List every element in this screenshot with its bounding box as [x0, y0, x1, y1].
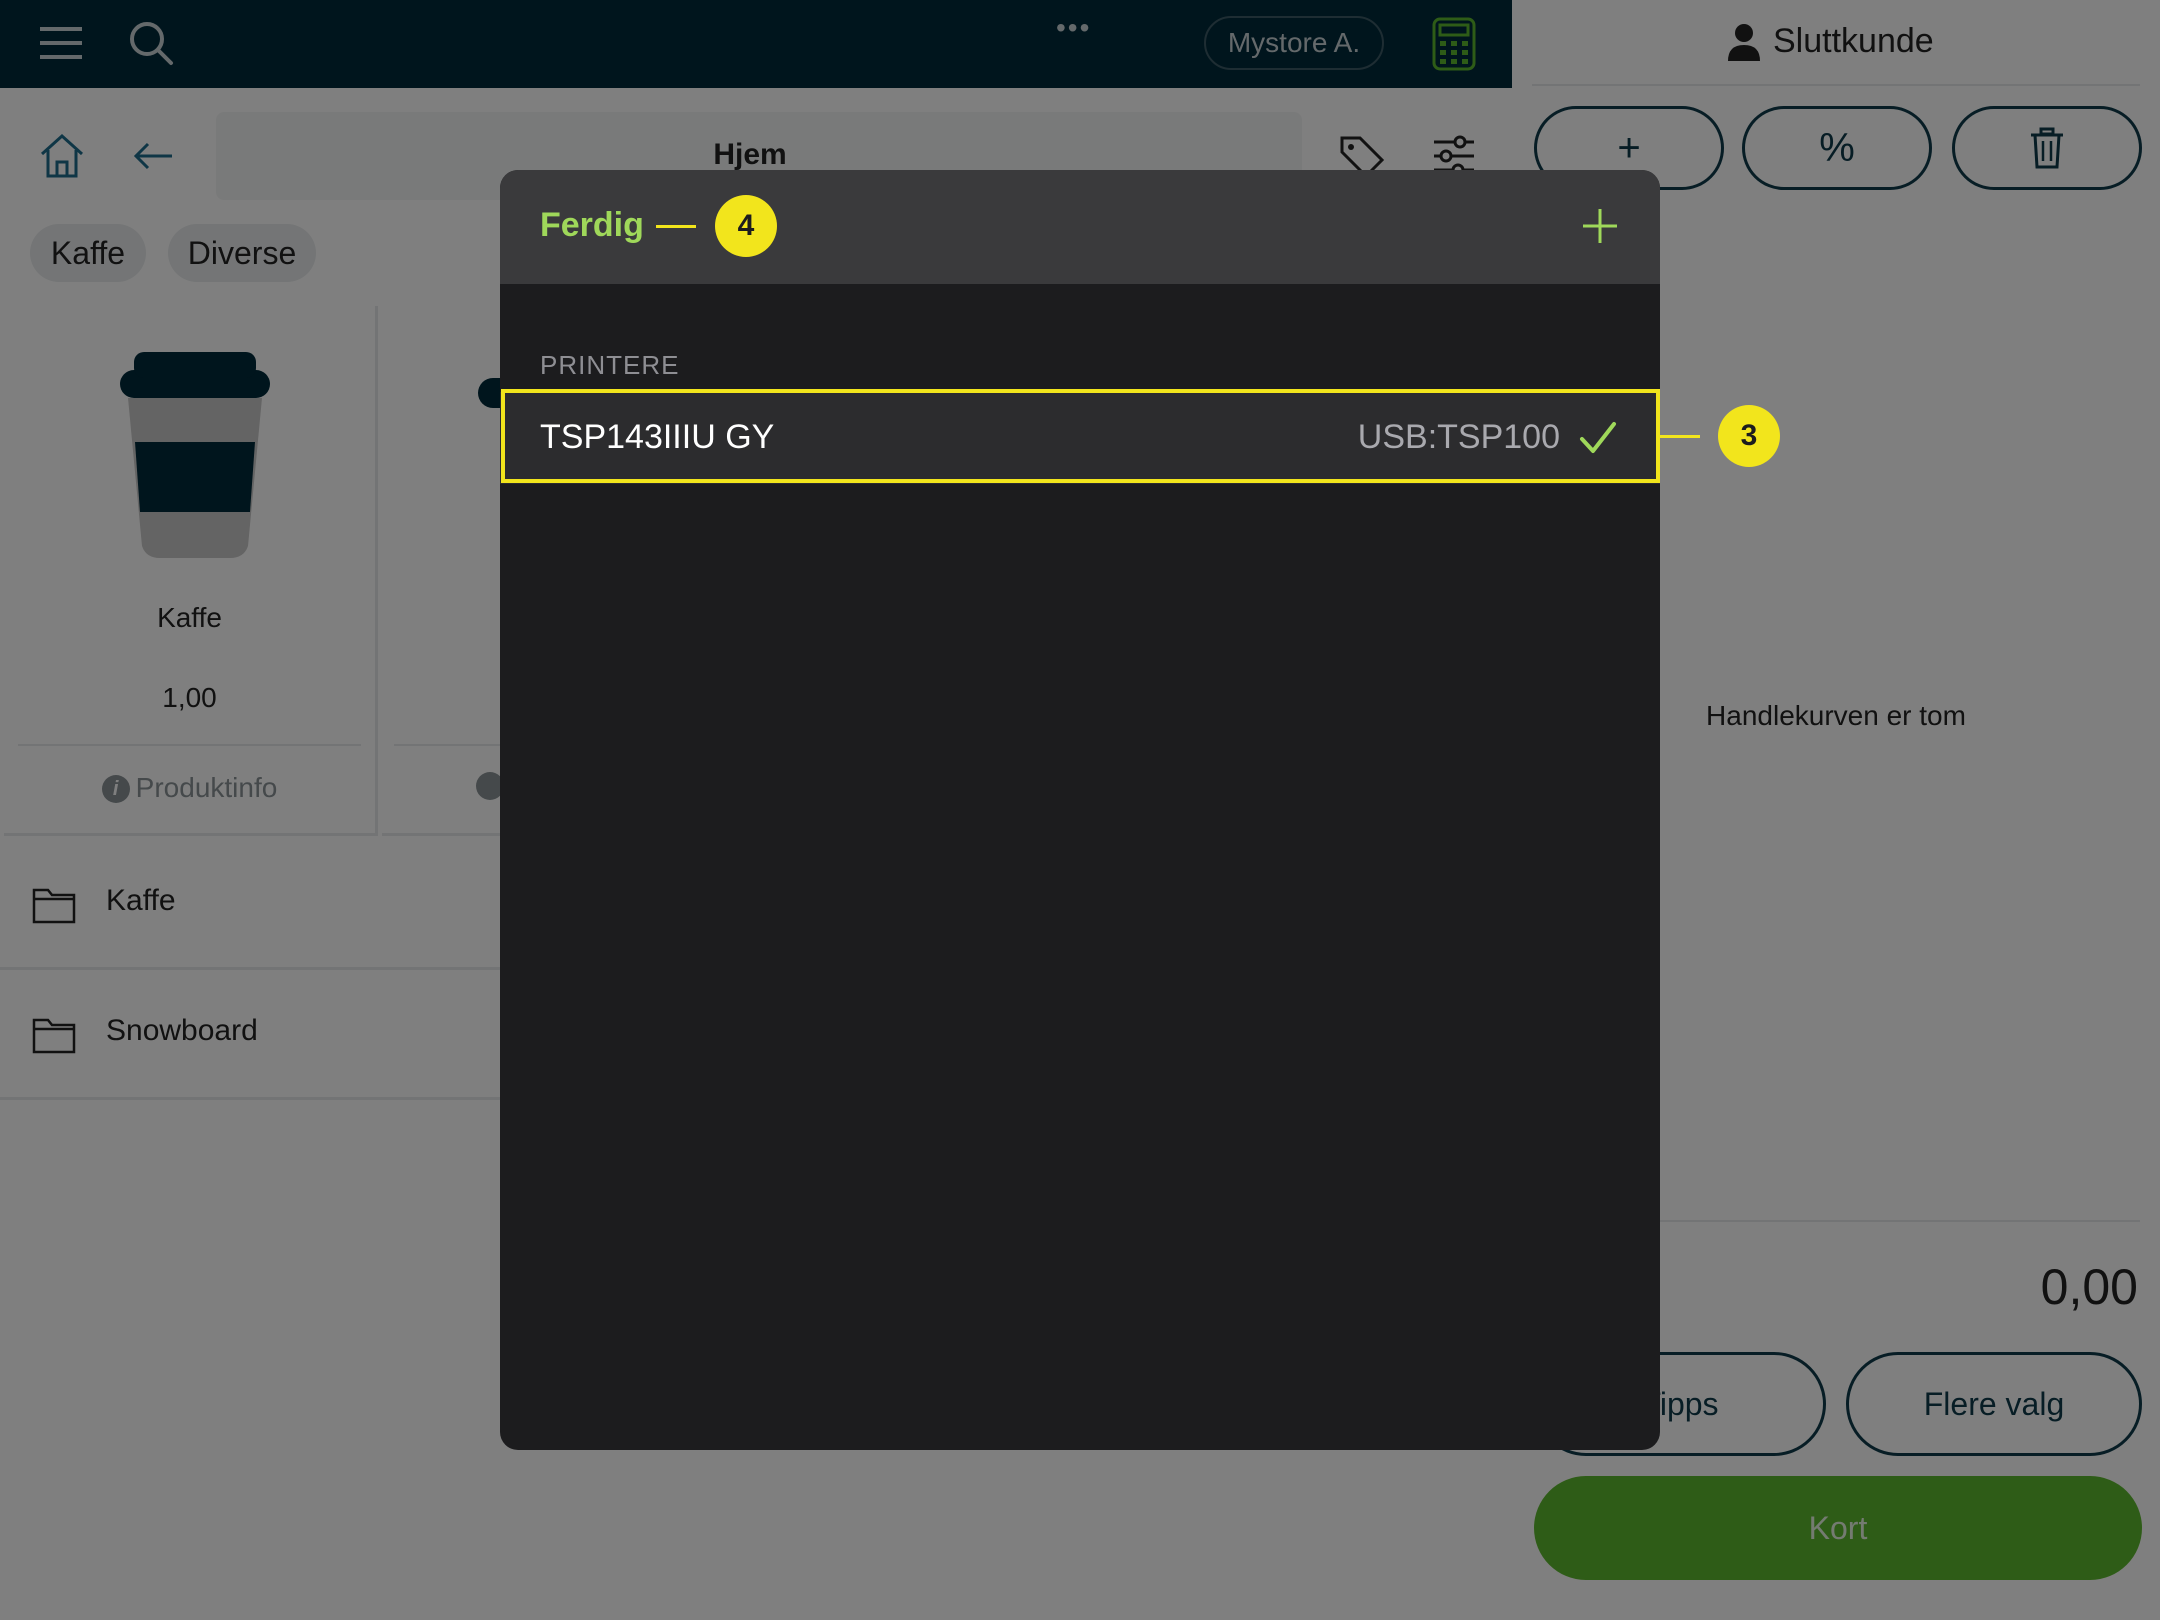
annotation-leader-line [1660, 435, 1700, 438]
annotation-marker: 4 [715, 195, 777, 257]
printer-settings-modal: Ferdig PRINTERE TSP143IIIU GY USB:TSP100 [500, 170, 1660, 1450]
printers-section-label: PRINTERE [540, 350, 680, 380]
annotation-highlight-box [501, 389, 1660, 483]
done-button[interactable]: Ferdig [540, 206, 644, 245]
plus-icon[interactable] [1580, 206, 1620, 246]
annotation-marker: 3 [1718, 405, 1780, 467]
annotation-leader-line [656, 225, 696, 228]
